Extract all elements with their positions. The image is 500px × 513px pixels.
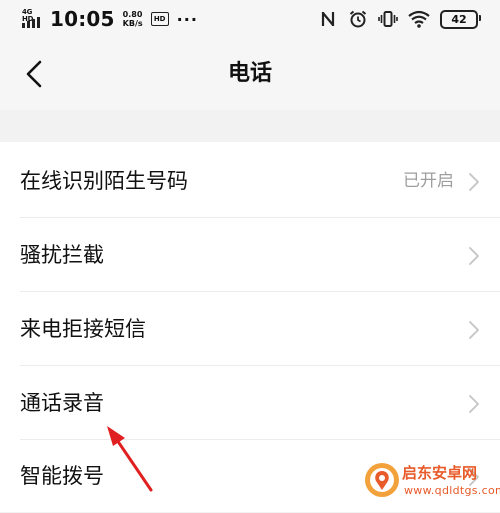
chevron-right-icon xyxy=(469,173,479,191)
divider xyxy=(20,291,500,292)
status-bar: 4G HD 10:05 0.80 KB/s HD ··· 42 xyxy=(0,0,500,38)
wifi-icon xyxy=(408,10,430,28)
chevron-right-icon xyxy=(469,395,479,413)
list-item-reject-call-sms[interactable]: 来电拒接短信 xyxy=(0,293,500,366)
item-label: 通话录音 xyxy=(20,391,104,415)
speed-value: 0.80 xyxy=(122,10,143,19)
more-notifications-icon: ··· xyxy=(176,9,198,29)
list-item-call-recording[interactable]: 通话录音 xyxy=(0,367,500,440)
signal-icon: 4G HD xyxy=(22,9,44,29)
speed-unit: KB/s xyxy=(122,19,143,28)
list-item-online-caller-id[interactable]: 在线识别陌生号码 已开启 xyxy=(0,145,500,218)
settings-list: 在线识别陌生号码 已开启 骚扰拦截 来电拒接短信 通话录音 智能拨号 xyxy=(0,142,500,512)
item-label: 骚扰拦截 xyxy=(20,243,104,267)
hd-icon: HD xyxy=(150,12,169,26)
item-label: 来电拒接短信 xyxy=(20,317,146,341)
page-title: 电话 xyxy=(227,61,272,86)
status-time: 10:05 xyxy=(50,7,115,31)
app-header: 电话 xyxy=(0,38,500,110)
chevron-left-icon xyxy=(26,60,42,88)
status-left: 4G HD 10:05 0.80 KB/s HD ··· xyxy=(22,6,198,32)
vibrate-icon xyxy=(378,11,398,27)
chevron-right-icon xyxy=(469,321,479,339)
nfc-icon xyxy=(321,12,335,26)
network-speed: 0.80 KB/s xyxy=(123,10,143,28)
divider xyxy=(20,217,500,218)
item-status-value: 已开启 xyxy=(403,171,454,191)
battery-icon: 42 xyxy=(440,9,481,29)
list-item-smart-dial[interactable]: 智能拨号 xyxy=(0,440,500,513)
battery-level: 42 xyxy=(451,12,467,26)
alarm-icon xyxy=(349,10,367,28)
item-label: 智能拨号 xyxy=(20,464,104,488)
status-right: 42 xyxy=(318,6,481,32)
chevron-right-icon xyxy=(469,468,479,486)
chevron-right-icon xyxy=(469,247,479,265)
item-label: 在线识别陌生号码 xyxy=(20,169,188,193)
list-item-harassment-blocking[interactable]: 骚扰拦截 xyxy=(0,219,500,292)
back-button[interactable] xyxy=(18,58,50,90)
divider xyxy=(20,365,500,366)
